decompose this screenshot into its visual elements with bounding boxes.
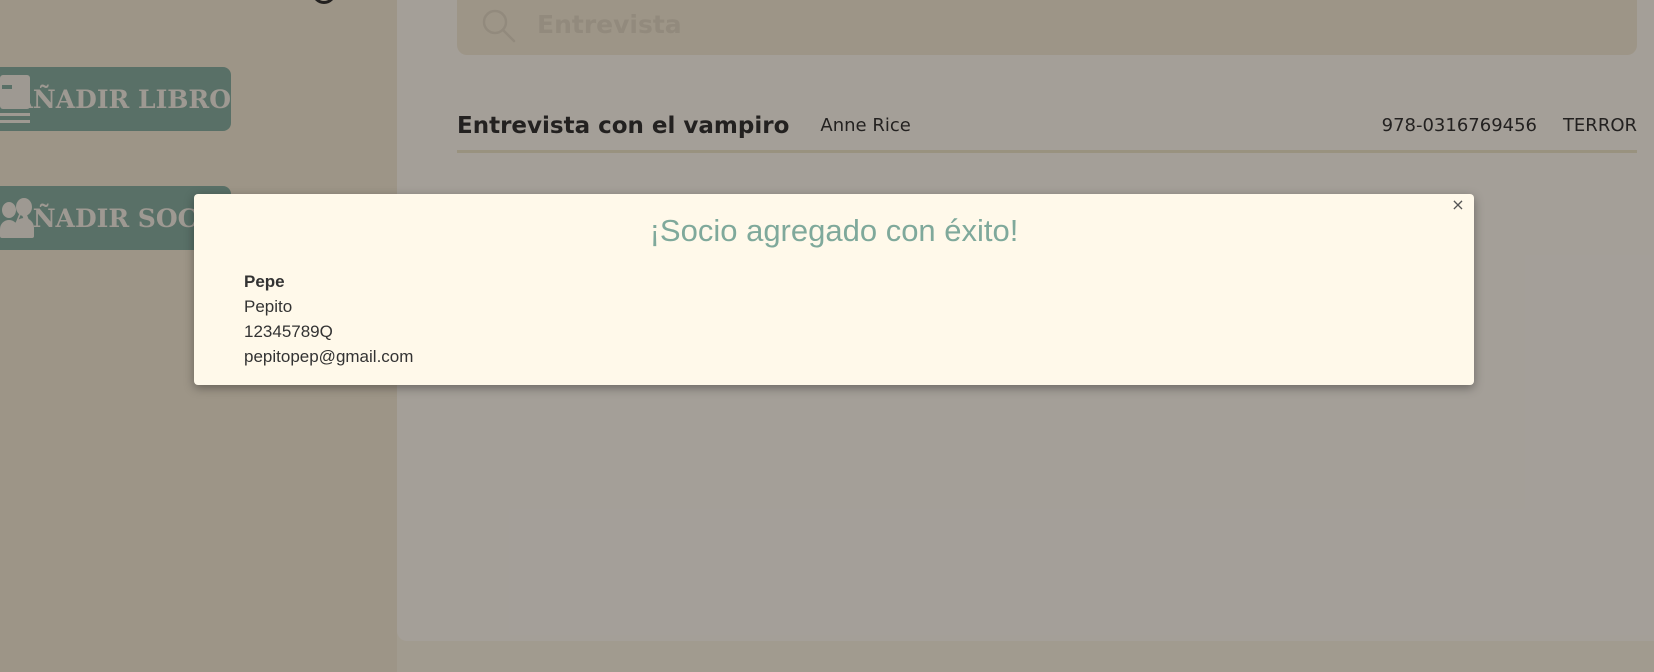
member-email: pepitopep@gmail.com — [244, 347, 414, 366]
success-modal: × ¡Socio agregado con éxito! Pepe Pepito… — [194, 194, 1474, 385]
modal-title: ¡Socio agregado con éxito! — [649, 213, 1019, 248]
member-details: Pepe Pepito 12345789Q pepitopep@gmail.co… — [244, 269, 413, 369]
member-name: Pepe — [244, 272, 285, 291]
close-icon[interactable]: × — [1450, 197, 1466, 213]
member-surname: Pepito — [244, 297, 293, 316]
member-dni: 12345789Q — [244, 322, 333, 341]
